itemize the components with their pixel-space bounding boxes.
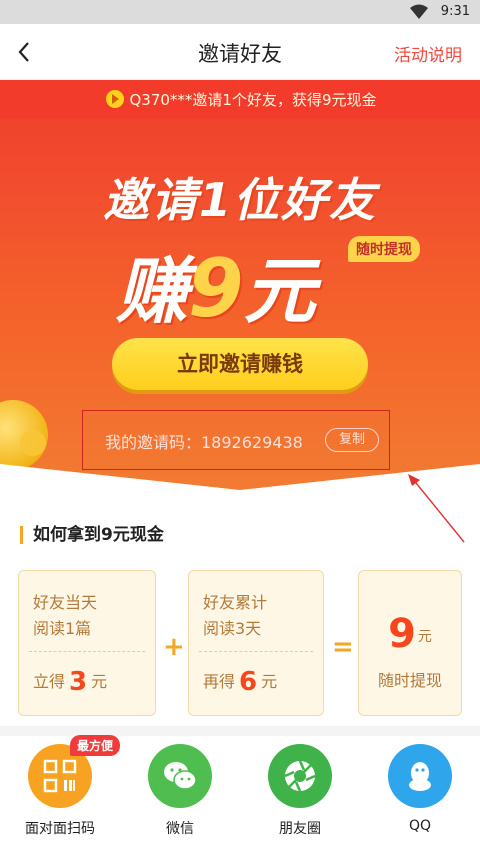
reward-amount: 6	[239, 667, 258, 697]
qq-icon	[388, 744, 452, 808]
share-wechat-button[interactable]: 微信	[130, 744, 230, 838]
reward-unit: 元	[91, 672, 108, 691]
earn-unit: 元	[243, 249, 316, 333]
card-reward: 立得 3 元	[33, 667, 107, 697]
card-reward: 再得 6 元	[203, 667, 277, 697]
total-reward: 9元	[359, 611, 461, 657]
total-subtitle: 随时提现	[377, 671, 442, 690]
status-bar: 9:31	[0, 0, 480, 24]
hero-earn-amount: 赚9元	[116, 232, 316, 337]
equals-sign: =	[332, 632, 354, 662]
withdraw-anytime-badge: 随时提现	[348, 236, 420, 262]
reward-total-card: 9元 随时提现	[358, 570, 462, 716]
earn-prefix: 赚	[116, 249, 189, 333]
reward-amount: 3	[69, 667, 88, 697]
invite-now-button[interactable]: 立即邀请赚钱	[112, 338, 368, 390]
reward-unit: 元	[261, 672, 278, 691]
plus-sign: +	[163, 632, 185, 662]
status-time: 9:31	[440, 4, 470, 19]
moments-icon	[268, 744, 332, 808]
share-label: 面对面扫码	[25, 821, 95, 837]
earn-number: 9	[188, 242, 244, 335]
card-divider	[29, 651, 145, 652]
share-label: 朋友圈	[279, 821, 321, 837]
activity-rules-link[interactable]: 活动说明	[394, 41, 462, 66]
invite-code-box: 我的邀请码：1892629438 复制	[82, 410, 390, 470]
most-convenient-tag: 最方便	[70, 735, 121, 756]
card-divider	[199, 651, 313, 652]
howto-section-title: 如何拿到9元现金	[20, 526, 164, 544]
ticker-text: Q370***邀请1个好友，获得9元现金	[129, 91, 377, 109]
wifi-icon	[410, 4, 428, 19]
reward-step-card: 好友当天 阅读1篇 立得 3 元	[18, 570, 156, 716]
share-label: QQ	[408, 818, 432, 834]
reward-prefix: 再得	[203, 672, 236, 691]
card-condition-line1: 好友当天	[33, 593, 98, 612]
section-divider	[0, 726, 480, 736]
reward-step-card: 好友累计 阅读3天 再得 6 元	[188, 570, 324, 716]
invite-hero-banner: Q370***邀请1个好友，获得9元现金 邀请1位好友 赚9元 随时提现 立即邀…	[0, 80, 480, 490]
share-qq-button[interactable]: QQ	[370, 744, 470, 834]
small-coin-decoration-icon	[20, 430, 46, 456]
invite-ticker: Q370***邀请1个好友，获得9元现金	[0, 80, 480, 118]
share-label: 微信	[166, 821, 194, 837]
share-moments-button[interactable]: 朋友圈	[250, 744, 350, 838]
copy-code-button[interactable]: 复制	[325, 428, 379, 452]
card-condition-line1: 好友累计	[203, 593, 268, 612]
reward-prefix: 立得	[33, 672, 66, 691]
share-face-to-face-button[interactable]: 面对面扫码	[10, 744, 110, 838]
total-unit: 元	[417, 629, 432, 645]
hero-headline: 邀请1位好友	[102, 173, 377, 227]
invite-code-text: 我的邀请码：1892629438	[105, 433, 303, 452]
card-condition-line2: 阅读3天	[203, 619, 262, 638]
card-condition-line2: 阅读1篇	[33, 619, 92, 638]
nav-bar: 邀请好友 活动说明	[0, 24, 480, 80]
total-amount: 9	[388, 611, 416, 657]
annotation-arrow-icon	[408, 474, 465, 543]
wechat-icon	[148, 744, 212, 808]
